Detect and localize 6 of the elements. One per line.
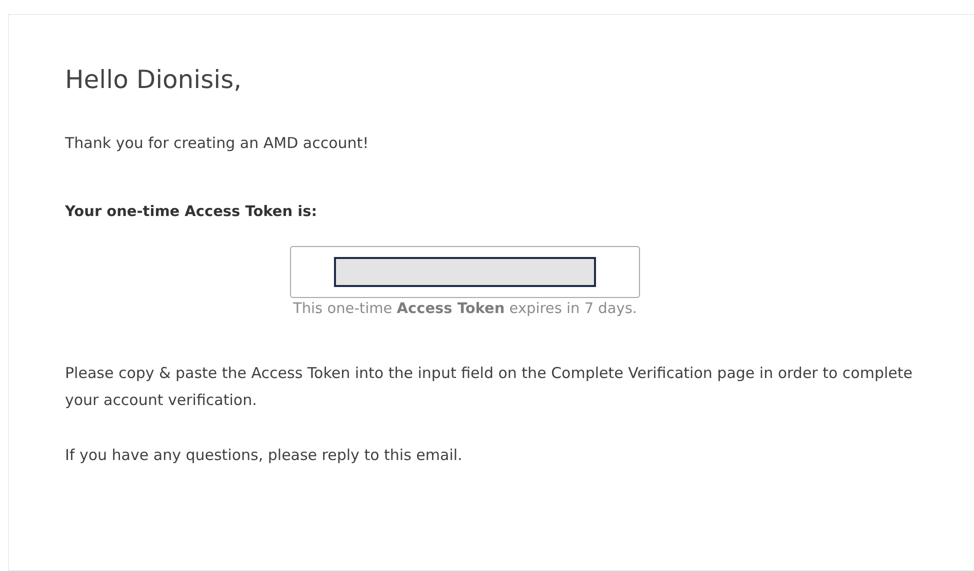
token-expiry-note: This one-time Access Token expires in 7 days. — [292, 300, 638, 319]
token-label: Your one-time Access Token is: — [65, 203, 318, 222]
greeting: Hello Dionisis, — [65, 64, 243, 96]
intro-text: Thank you for creating an AMD account! — [65, 133, 370, 154]
instructions-text: Please copy & paste the Access Token into the input field on the Complete Verification page in order to complete your account verification. — [65, 363, 914, 411]
closing-text: If you have any questions, please reply to this email. — [65, 445, 464, 466]
